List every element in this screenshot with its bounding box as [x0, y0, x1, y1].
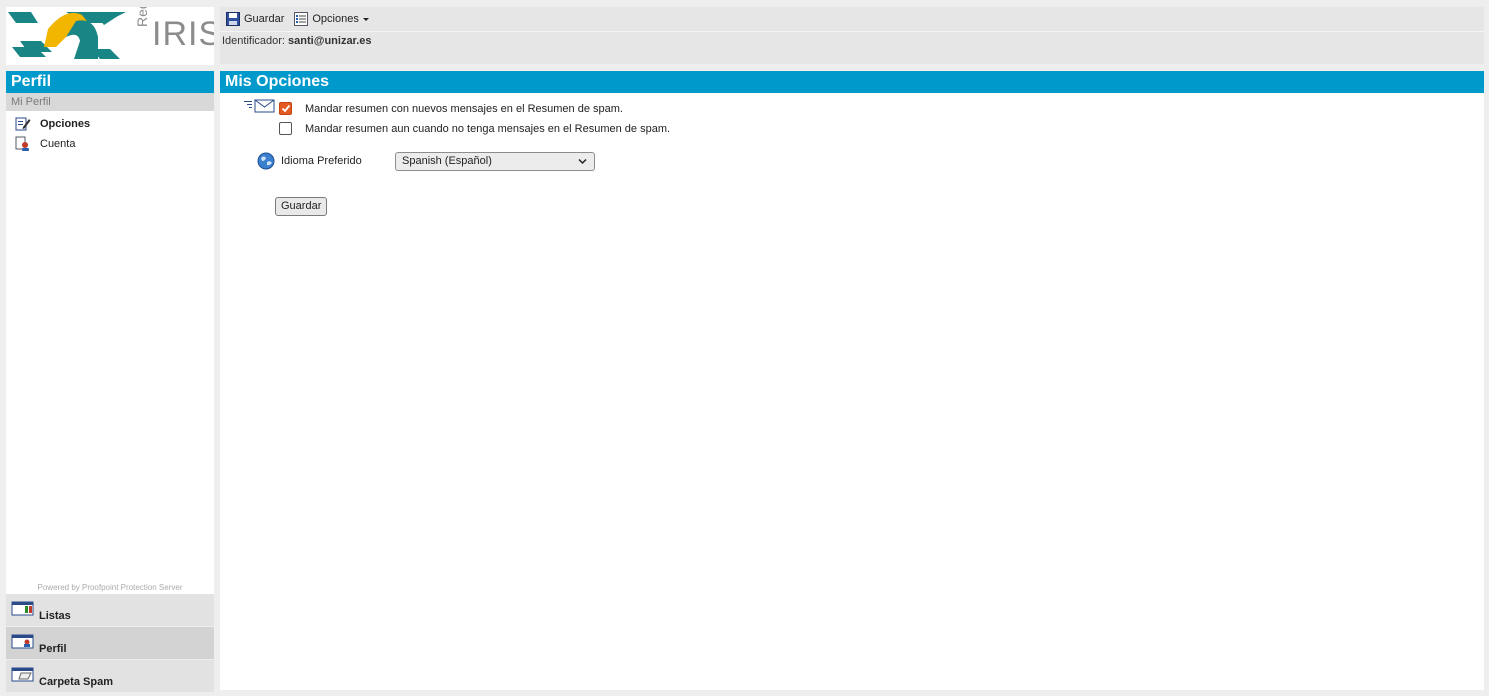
- identifier-label: Identificador:: [222, 35, 285, 47]
- sidebar-subtitle: Mi Perfil: [6, 93, 214, 111]
- chevron-down-icon: [578, 158, 587, 165]
- lists-icon: [11, 601, 34, 616]
- sidebar-item-opciones[interactable]: Opciones: [6, 114, 214, 134]
- checkmark-icon: [281, 104, 290, 113]
- logo: Red IRIS: [6, 7, 214, 65]
- summary-always-checkbox[interactable]: [279, 122, 292, 135]
- save-options-button[interactable]: Guardar: [275, 197, 328, 216]
- option-row-summary-new[interactable]: Mandar resumen con nuevos mensajes en el…: [279, 102, 623, 115]
- edit-options-icon: [14, 116, 32, 132]
- option-row-summary-always[interactable]: Mandar resumen aun cuando no tenga mensa…: [279, 122, 670, 135]
- main-content: Mis Opciones Mandar resumen con nuevos m…: [220, 71, 1484, 690]
- profile-icon: [11, 634, 34, 649]
- language-select[interactable]: Spanish (Español): [395, 152, 595, 171]
- globe-icon: [257, 152, 275, 170]
- section-tab-perfil[interactable]: Perfil: [6, 627, 214, 659]
- brand-prefix: Red: [134, 7, 150, 27]
- email-digest-icon: [244, 99, 275, 113]
- brand-name: IRIS: [152, 15, 214, 53]
- identifier-value: santi@unizar.es: [288, 35, 372, 47]
- language-label: Idioma Preferido: [281, 155, 362, 167]
- top-toolbar: Guardar Opciones Identificador: santi@un…: [220, 7, 1484, 64]
- powered-by: Powered by Proofpoint Protection Server: [37, 583, 183, 592]
- spam-folder-icon: [11, 667, 34, 682]
- sidebar-title: Perfil: [6, 71, 214, 93]
- section-tab-label: Listas: [39, 610, 71, 622]
- sidebar-item-label: Cuenta: [40, 138, 76, 150]
- page-title: Mis Opciones: [220, 71, 1484, 93]
- sidebar-item-cuenta[interactable]: Cuenta: [6, 134, 214, 154]
- sidebar-item-label: Opciones: [40, 118, 91, 130]
- floppy-disk-icon: [226, 12, 240, 26]
- toolbar-divider: [220, 31, 1484, 32]
- language-select-value: Spanish (Español): [402, 155, 492, 167]
- summary-new-checkbox[interactable]: [279, 102, 292, 115]
- option-label: Mandar resumen aun cuando no tenga mensa…: [305, 122, 671, 135]
- options-label: Opciones: [312, 13, 359, 25]
- section-tab-label: Carpeta Spam: [39, 676, 113, 688]
- section-tab-carpeta-spam[interactable]: Carpeta Spam: [6, 660, 214, 692]
- account-icon: [14, 136, 32, 152]
- save-label: Guardar: [244, 13, 285, 25]
- option-label: Mandar resumen con nuevos mensajes en el…: [305, 102, 623, 115]
- caret-down-icon: [362, 18, 369, 21]
- identifier-line: Identificador: santi@unizar.es: [220, 35, 1484, 47]
- section-tab-label: Perfil: [39, 643, 67, 655]
- section-tab-listas[interactable]: Listas: [6, 594, 214, 626]
- sidebar: Perfil Mi Perfil Opciones Cuenta Powered…: [6, 71, 214, 594]
- options-list-icon: [294, 12, 309, 26]
- options-menu-button[interactable]: Opciones: [294, 12, 369, 26]
- save-button[interactable]: Guardar: [226, 12, 284, 26]
